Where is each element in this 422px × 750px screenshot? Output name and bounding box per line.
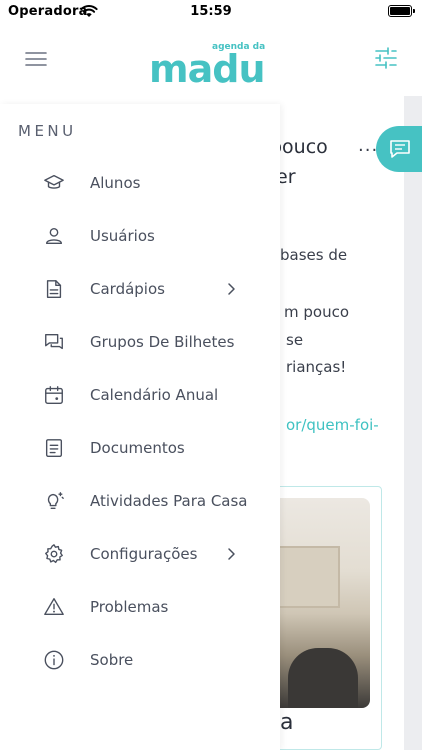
post-link-fragment[interactable]: or/quem-foi-	[286, 416, 379, 434]
menu-item-configuracoes[interactable]: Configurações	[0, 528, 280, 580]
lightbulb-icon	[42, 489, 66, 513]
side-drawer: MENU Alunos Usuários Cardápios Grupos De…	[0, 104, 280, 750]
post-text-fragment-2: m pouco	[284, 303, 350, 321]
menu-item-label: Atividades Para Casa	[90, 492, 248, 510]
info-icon	[42, 648, 66, 672]
user-icon	[42, 224, 66, 248]
chat-bubbles-icon	[42, 330, 66, 354]
clock: 15:59	[190, 4, 232, 19]
menu-item-calendario-anual[interactable]: Calendário Anual	[0, 369, 280, 421]
post-photo	[268, 498, 370, 708]
post-text-fragment-3: se	[286, 331, 304, 349]
logo-name: madu	[149, 47, 265, 88]
graduation-cap-icon	[42, 171, 66, 195]
app-logo: agenda da madu	[149, 42, 266, 88]
menu-item-label: Problemas	[90, 598, 169, 616]
filter-sliders-icon[interactable]	[374, 46, 398, 70]
status-bar: Operadora 15:59	[0, 0, 422, 26]
post-text-fragment-1: bases de	[280, 246, 348, 264]
menu-item-alunos[interactable]: Alunos	[0, 157, 280, 209]
menu-item-label: Configurações	[90, 545, 198, 563]
chat-button[interactable]	[376, 126, 422, 172]
menu-item-label: Calendário Anual	[90, 386, 219, 404]
post-text-fragment-4: rianças!	[286, 358, 347, 376]
menu-item-cardapios[interactable]: Cardápios	[0, 263, 280, 315]
menu-item-label: Usuários	[90, 227, 155, 245]
chevron-right-icon	[228, 283, 235, 295]
menu-item-usuarios[interactable]: Usuários	[0, 210, 280, 262]
menu-item-label: Sobre	[90, 651, 134, 669]
calendar-icon	[42, 383, 66, 407]
menu-item-label: Grupos De Bilhetes	[90, 333, 235, 351]
menu-item-documentos[interactable]: Documentos	[0, 422, 280, 474]
menu-item-label: Documentos	[90, 439, 185, 457]
chat-icon	[390, 140, 410, 158]
post-caption-fragment: a	[280, 710, 294, 735]
file-list-icon	[42, 436, 66, 460]
document-icon	[42, 277, 66, 301]
app-header: agenda da madu	[0, 26, 422, 96]
gear-icon	[42, 542, 66, 566]
chevron-right-icon	[228, 548, 235, 560]
menu-item-sobre[interactable]: Sobre	[0, 634, 280, 686]
menu-item-atividades-para-casa[interactable]: Atividades Para Casa	[0, 475, 280, 527]
scroll-gutter	[404, 96, 422, 750]
warning-icon	[42, 595, 66, 619]
hamburger-menu-icon[interactable]	[24, 49, 48, 69]
menu-item-label: Cardápios	[90, 280, 165, 298]
menu-item-problemas[interactable]: Problemas	[0, 581, 280, 633]
menu-heading: MENU	[18, 122, 77, 140]
battery-icon	[388, 5, 415, 17]
menu-item-grupos-de-bilhetes[interactable]: Grupos De Bilhetes	[0, 316, 280, 368]
menu-item-label: Alunos	[90, 174, 141, 192]
